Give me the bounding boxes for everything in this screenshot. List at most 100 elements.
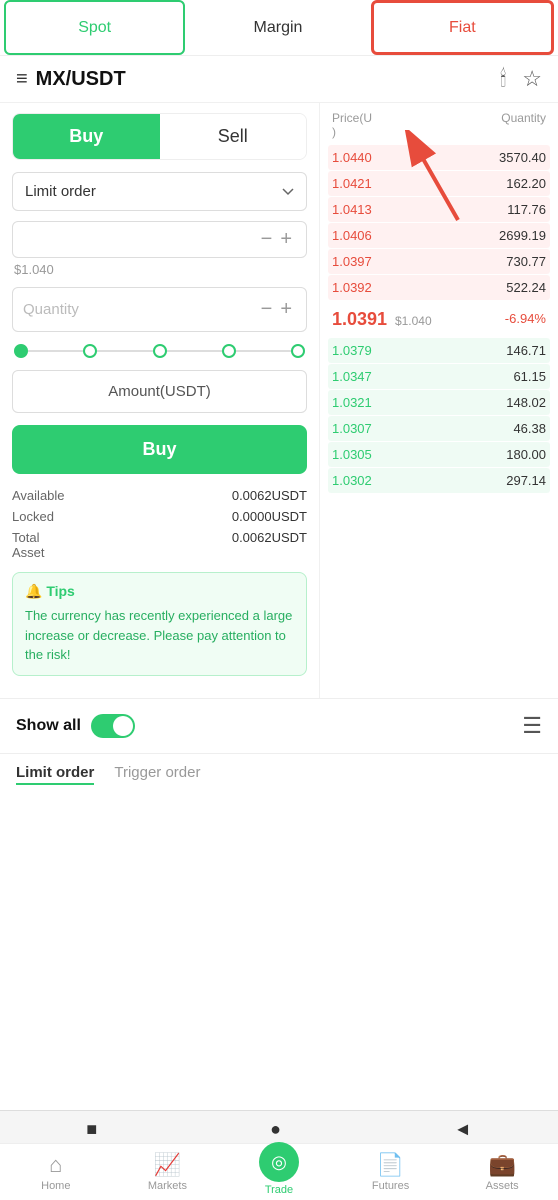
ask-row[interactable]: 1.04062699.19 <box>328 223 550 248</box>
markets-nav-label: Markets <box>148 1180 187 1192</box>
tab-trigger-order[interactable]: Trigger order <box>114 764 200 785</box>
ask-qty: 117.76 <box>507 202 546 217</box>
mid-price-usd: $1.040 <box>395 314 432 328</box>
slider-dot-4[interactable] <box>291 344 305 358</box>
slider-dots[interactable] <box>12 344 307 358</box>
bid-qty: 146.71 <box>506 343 546 358</box>
buy-submit-button[interactable]: Buy <box>12 425 307 474</box>
ask-qty: 3570.40 <box>499 150 546 165</box>
top-tabs: Spot Margin Fiat <box>0 0 558 56</box>
bid-rows: 1.0379146.711.034761.151.0321148.021.030… <box>328 338 550 493</box>
bid-row[interactable]: 1.0379 146.71 <box>328 338 550 363</box>
slider-dot-3[interactable] <box>222 344 236 358</box>
show-all-toggle[interactable] <box>91 714 135 738</box>
nav-markets[interactable]: 📈 Markets <box>112 1144 224 1200</box>
mid-price-value: 1.0391 <box>332 309 387 329</box>
system-home-button[interactable]: ● <box>270 1119 281 1140</box>
bid-row[interactable]: 1.034761.15 <box>328 364 550 389</box>
ask-row[interactable]: 1.0440 3570.40 <box>328 145 550 170</box>
bid-price: 1.0321 <box>332 395 372 410</box>
show-all-label: Show all <box>16 717 81 735</box>
futures-nav-label: Futures <box>372 1180 409 1192</box>
ask-qty: 2699.19 <box>499 228 546 243</box>
tab-limit-order[interactable]: Limit order <box>16 764 94 785</box>
asset-info: Available 0.0062USDT Locked 0.0000USDT T… <box>12 488 307 560</box>
bid-row[interactable]: 1.0305 180.00 <box>328 442 550 467</box>
price-input[interactable]: 1.0392 <box>23 231 257 249</box>
candlestick-icon[interactable]: 🕯 <box>500 66 506 92</box>
amount-usdt-button[interactable]: Amount(USDT) <box>12 370 307 413</box>
futures-nav-icon: 📄 <box>377 1152 404 1178</box>
bid-price: 1.0379 <box>332 343 372 358</box>
sell-tab[interactable]: Sell <box>160 114 307 159</box>
ask-price: 1.0440 <box>332 150 372 165</box>
order-type-select[interactable]: Limit order <box>12 172 307 211</box>
bid-price: 1.0302 <box>332 473 372 488</box>
ask-price: 1.0392 <box>332 280 372 295</box>
bid-price: 1.0305 <box>332 447 372 462</box>
price-decrease-button[interactable]: − <box>257 228 277 251</box>
slider-line-1 <box>28 350 83 352</box>
nav-assets[interactable]: 💼 Assets <box>446 1144 558 1200</box>
star-icon[interactable]: ☆ <box>522 66 542 92</box>
slider-line-4 <box>236 350 291 352</box>
nav-home[interactable]: ⌂ Home <box>0 1144 112 1200</box>
ask-qty: 730.77 <box>506 254 546 269</box>
slider-dot-1[interactable] <box>83 344 97 358</box>
total-asset-label: TotalAsset <box>12 530 45 560</box>
price-col-header: Price(U) <box>332 111 372 139</box>
price-input-row: 1.0392 − + <box>12 221 307 258</box>
available-value: 0.0062USDT <box>232 488 307 503</box>
available-label: Available <box>12 488 65 503</box>
show-all-left: Show all <box>16 714 135 738</box>
order-book-header: Price(U) Quantity <box>328 111 550 139</box>
order-tabs: Limit order Trigger order <box>0 753 558 795</box>
slider-dot-0[interactable] <box>14 344 28 358</box>
bid-row[interactable]: 1.0321148.02 <box>328 390 550 415</box>
bid-qty: 180.00 <box>506 447 546 462</box>
tab-margin[interactable]: Margin <box>189 0 366 55</box>
trade-nav-label: Trade <box>265 1184 293 1196</box>
slider-line-3 <box>167 350 222 352</box>
left-panel: Buy Sell Limit order 1.0392 − + $1.040 Q… <box>0 103 320 698</box>
qty-col-header: Quantity <box>501 111 546 139</box>
bid-price: 1.0307 <box>332 421 372 436</box>
markets-nav-icon: 📈 <box>154 1152 181 1178</box>
qty-increase-button[interactable]: + <box>276 298 296 321</box>
system-back-button[interactable]: ◄ <box>454 1119 472 1140</box>
home-nav-label: Home <box>41 1180 70 1192</box>
system-stop-button[interactable]: ■ <box>86 1119 97 1140</box>
locked-label: Locked <box>12 509 54 524</box>
nav-futures[interactable]: 📄 Futures <box>335 1144 447 1200</box>
bid-qty: 61.15 <box>513 369 546 384</box>
header-bar: ≡ MX/USDT 🕯 ☆ <box>0 56 558 103</box>
buy-tab[interactable]: Buy <box>13 114 160 159</box>
slider-dot-2[interactable] <box>153 344 167 358</box>
trading-pair-title: MX/USDT <box>36 68 126 91</box>
ask-qty: 162.20 <box>506 176 546 191</box>
total-asset-row: TotalAsset 0.0062USDT <box>12 530 307 560</box>
bid-row[interactable]: 1.030746.38 <box>328 416 550 441</box>
tips-title: 🔔 Tips <box>25 583 294 600</box>
qty-decrease-button[interactable]: − <box>257 298 277 321</box>
show-all-section: Show all ☰ <box>0 698 558 753</box>
ask-row[interactable]: 1.0392522.24 <box>328 275 550 300</box>
available-row: Available 0.0062USDT <box>12 488 307 503</box>
tab-spot[interactable]: Spot <box>4 0 185 55</box>
ask-price: 1.0413 <box>332 202 372 217</box>
list-view-icon[interactable]: ☰ <box>522 713 542 739</box>
ask-row[interactable]: 1.0397730.77 <box>328 249 550 274</box>
assets-nav-label: Assets <box>486 1180 519 1192</box>
header-icons: 🕯 ☆ <box>500 66 542 92</box>
price-increase-button[interactable]: + <box>276 228 296 251</box>
order-book-panel: Price(U) Quantity 1.0440 3570.40 1.0421162… <box>320 103 558 698</box>
tab-fiat[interactable]: Fiat <box>371 0 554 55</box>
ask-rows: 1.04403570.401.0421162.201.0413117.761.0… <box>328 145 550 300</box>
ask-row[interactable]: 1.0413 117.76 <box>328 197 550 222</box>
trade-area: Buy Sell Limit order 1.0392 − + $1.040 Q… <box>0 103 558 698</box>
ask-row[interactable]: 1.0421162.20 <box>328 171 550 196</box>
bid-row[interactable]: 1.0302297.14 <box>328 468 550 493</box>
hamburger-menu-icon[interactable]: ≡ <box>16 68 28 91</box>
nav-trade[interactable]: ◎ Trade <box>223 1144 335 1200</box>
price-usd-label: $1.040 <box>12 262 307 277</box>
